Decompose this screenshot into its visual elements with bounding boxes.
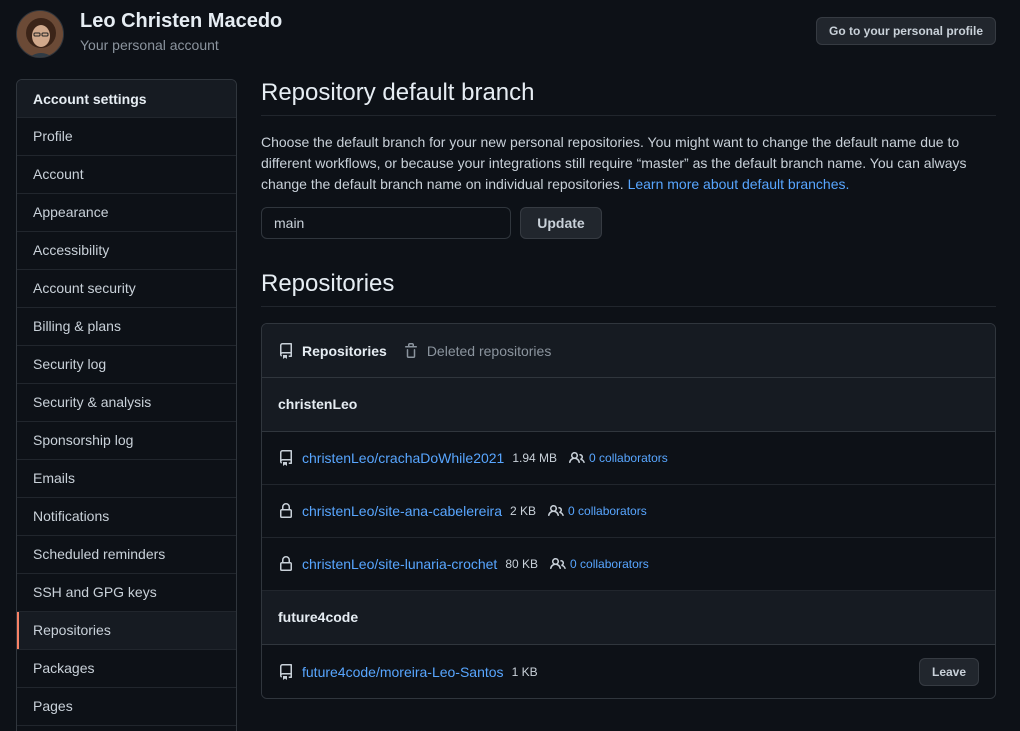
- people-icon: [569, 451, 585, 464]
- collaborators-link[interactable]: 0 collaborators: [548, 503, 647, 519]
- user-name: Leo Christen Macedo: [80, 10, 283, 32]
- owner-group-header: future4code: [262, 591, 995, 645]
- sidebar-item-notifications[interactable]: Notifications: [17, 498, 236, 536]
- collaborators-link[interactable]: 0 collaborators: [569, 450, 668, 466]
- repo-link[interactable]: future4code/moreira-Leo-Santos: [302, 664, 504, 680]
- collaborators-count: 0 collaborators: [568, 504, 647, 518]
- sidebar-item-accessibility[interactable]: Accessibility: [17, 232, 236, 270]
- default-branch-text: Choose the default branch for your new p…: [261, 134, 967, 192]
- sidebar-item-repositories[interactable]: Repositories: [17, 612, 236, 650]
- collaborators-link[interactable]: 0 collaborators: [550, 556, 649, 572]
- sidebar-item-security-log[interactable]: Security log: [17, 346, 236, 384]
- account-type-label: Your personal account: [80, 37, 219, 53]
- sidebar-item-ssh-gpg-keys[interactable]: SSH and GPG keys: [17, 574, 236, 612]
- sidebar-item-appearance[interactable]: Appearance: [17, 194, 236, 232]
- repo-row: christenLeo/crachaDoWhile2021 1.94 MB 0 …: [262, 432, 995, 485]
- repo-link[interactable]: christenLeo/site-lunaria-crochet: [302, 556, 497, 572]
- collaborators-count: 0 collaborators: [589, 451, 668, 465]
- repo-row: christenLeo/site-lunaria-crochet 80 KB 0…: [262, 538, 995, 591]
- sidebar-item-billing[interactable]: Billing & plans: [17, 308, 236, 346]
- settings-sidebar: Account settings Profile Account Appeara…: [16, 79, 237, 731]
- sidebar-item-profile[interactable]: Profile: [17, 118, 236, 156]
- tab-repositories-label: Repositories: [302, 342, 387, 359]
- repositories-box: Repositories Deleted repositories christ…: [261, 323, 996, 699]
- repo-row: christenLeo/site-ana-cabelereira 2 KB 0 …: [262, 485, 995, 538]
- sidebar-heading: Account settings: [17, 80, 236, 118]
- owner-group-header: christenLeo: [262, 378, 995, 432]
- leave-button[interactable]: Leave: [919, 658, 979, 686]
- repo-size: 80 KB: [505, 557, 539, 571]
- main-content: Repository default branch Choose the def…: [261, 79, 996, 699]
- default-branch-input[interactable]: [261, 207, 511, 239]
- repositories-title: Repositories: [261, 270, 996, 307]
- repositories-tabs: Repositories Deleted repositories: [262, 324, 995, 378]
- sidebar-item-account[interactable]: Account: [17, 156, 236, 194]
- sidebar-item-packages[interactable]: Packages: [17, 650, 236, 688]
- sidebar-item-security-analysis[interactable]: Security & analysis: [17, 384, 236, 422]
- account-header: Leo Christen Macedo Your personal accoun…: [16, 8, 996, 58]
- repo-icon: [280, 342, 292, 359]
- default-branch-title: Repository default branch: [261, 79, 996, 116]
- lock-icon: [278, 503, 294, 519]
- go-to-profile-button[interactable]: Go to your personal profile: [815, 17, 996, 45]
- trash-icon: [404, 342, 417, 358]
- sidebar-item-pages[interactable]: Pages: [17, 688, 236, 726]
- people-icon: [548, 504, 564, 517]
- repo-size: 2 KB: [510, 504, 537, 518]
- collaborators-count: 0 collaborators: [570, 557, 649, 571]
- learn-more-link[interactable]: Learn more about default branches.: [628, 176, 850, 192]
- repo-icon: [278, 450, 294, 466]
- repo-link[interactable]: christenLeo/site-ana-cabelereira: [302, 503, 502, 519]
- sidebar-item-scheduled-reminders[interactable]: Scheduled reminders: [17, 536, 236, 574]
- tab-repositories[interactable]: Repositories: [278, 342, 387, 359]
- default-branch-form: Update: [261, 207, 996, 239]
- tab-deleted-label: Deleted repositories: [426, 342, 552, 359]
- repo-link[interactable]: christenLeo/crachaDoWhile2021: [302, 450, 504, 466]
- sidebar-item-emails[interactable]: Emails: [17, 460, 236, 498]
- sidebar-item-account-security[interactable]: Account security: [17, 270, 236, 308]
- tab-deleted-repositories[interactable]: Deleted repositories: [403, 342, 552, 359]
- update-button[interactable]: Update: [520, 207, 602, 239]
- avatar[interactable]: [16, 10, 64, 58]
- sidebar-item-sponsorship-log[interactable]: Sponsorship log: [17, 422, 236, 460]
- repo-size: 1.94 MB: [512, 451, 558, 465]
- lock-icon: [278, 556, 294, 572]
- repo-row: future4code/moreira-Leo-Santos 1 KB Leav…: [262, 645, 995, 698]
- repo-size: 1 KB: [511, 664, 538, 679]
- repo-icon: [278, 663, 294, 680]
- default-branch-description: Choose the default branch for your new p…: [261, 132, 996, 195]
- people-icon: [550, 557, 566, 570]
